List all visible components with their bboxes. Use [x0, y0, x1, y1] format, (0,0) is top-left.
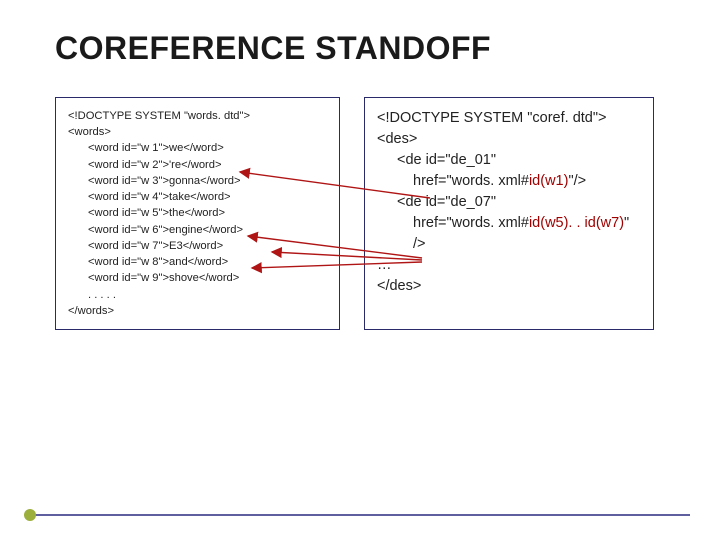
code-line: <word id="w 7">E3</word> — [68, 238, 327, 254]
code-line: … — [377, 255, 641, 276]
code-line: </des> — [377, 276, 641, 297]
code-line: <des> — [377, 129, 641, 150]
code-line: <word id="w 3">gonna</word> — [68, 173, 327, 189]
code-line: <de id="de_07" — [377, 192, 641, 213]
content-row: <!DOCTYPE SYSTEM "words. dtd"> <words> <… — [0, 67, 720, 330]
code-line: . . . . . — [68, 287, 327, 303]
highlight-id: id(w5). . id(w7) — [529, 215, 624, 231]
slide-title: COREFERENCE STANDOFF — [0, 0, 720, 67]
text: "/> — [568, 173, 586, 189]
text: " — [624, 215, 629, 231]
highlight-id: id(w1) — [529, 173, 568, 189]
code-line: </words> — [68, 303, 327, 319]
code-line: <word id="w 1">we</word> — [68, 140, 327, 156]
code-line: <de id="de_01" — [377, 150, 641, 171]
text: href="words. xml# — [413, 173, 529, 189]
coref-xml-box: <!DOCTYPE SYSTEM "coref. dtd"> <des> <de… — [364, 97, 654, 330]
code-line: <!DOCTYPE SYSTEM "coref. dtd"> — [377, 108, 641, 129]
footer-divider — [30, 514, 690, 516]
code-line: <word id="w 9">shove</word> — [68, 270, 327, 286]
code-line: <word id="w 2">'re</word> — [68, 157, 327, 173]
words-xml-box: <!DOCTYPE SYSTEM "words. dtd"> <words> <… — [55, 97, 340, 330]
text: href="words. xml# — [413, 215, 529, 231]
code-line: <word id="w 6">engine</word> — [68, 222, 327, 238]
code-line: <!DOCTYPE SYSTEM "words. dtd"> — [68, 108, 327, 124]
code-line: /> — [377, 234, 641, 255]
code-line: href="words. xml#id(w1)"/> — [377, 171, 641, 192]
code-line: href="words. xml#id(w5). . id(w7)" — [377, 213, 641, 234]
code-line: <word id="w 5">the</word> — [68, 205, 327, 221]
code-line: <words> — [68, 124, 327, 140]
footer-bullet-icon — [24, 509, 36, 521]
code-line: <word id="w 4">take</word> — [68, 189, 327, 205]
code-line: <word id="w 8">and</word> — [68, 254, 327, 270]
